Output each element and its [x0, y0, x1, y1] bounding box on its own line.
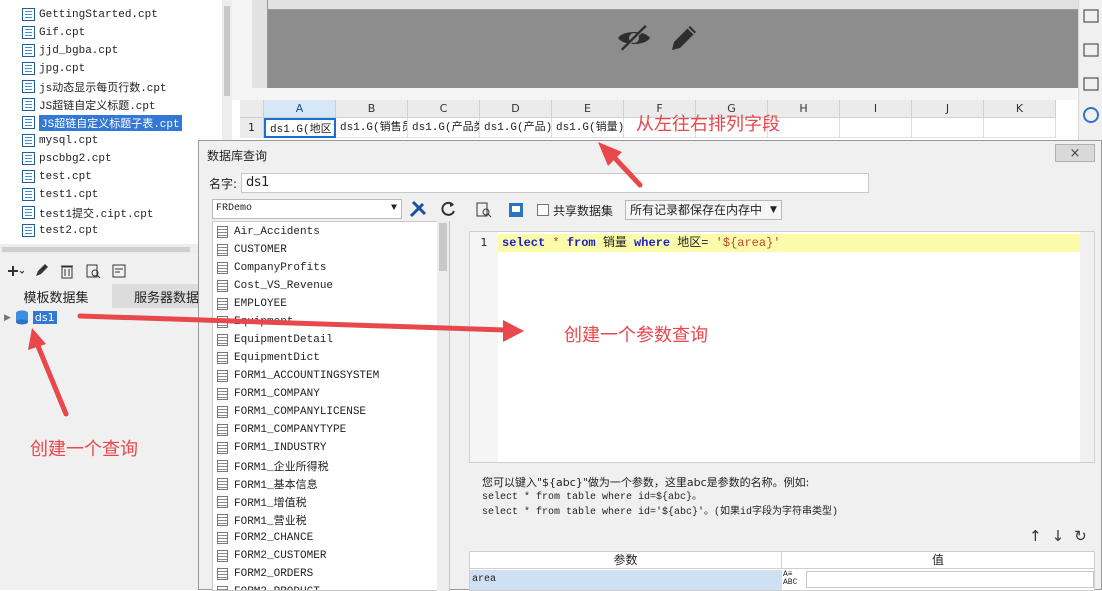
annotation-arrows: [28, 142, 643, 417]
arrow-head-dataset: [28, 328, 46, 350]
arrow-to-grid: [609, 152, 643, 188]
annotation-param-query: 创建一个参数查询: [564, 325, 708, 346]
arrow-to-editor: [77, 313, 508, 333]
annotation-fields-order: 从左往右排列字段: [636, 114, 780, 135]
arrow-head-editor: [503, 320, 524, 342]
arrow-to-dataset: [35, 343, 69, 417]
annotation-create-query: 创建一个查询: [30, 439, 138, 460]
